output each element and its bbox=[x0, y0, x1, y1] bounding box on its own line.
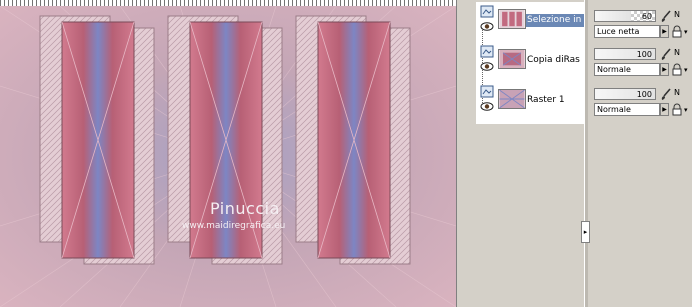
opacity-slider[interactable]: 60 bbox=[594, 10, 656, 22]
collapse-handle[interactable]: ▸ bbox=[581, 221, 590, 243]
layer-row-raster1[interactable]: Raster 1 bbox=[476, 82, 584, 120]
raster-layer-icon bbox=[480, 45, 494, 58]
watermark-title: Pinuccia bbox=[210, 199, 280, 218]
eye-icon[interactable] bbox=[480, 22, 494, 31]
lock-icon[interactable] bbox=[672, 63, 682, 76]
opacity-value: 100 bbox=[636, 90, 652, 99]
opacity-value: 100 bbox=[636, 50, 652, 59]
brush-icon[interactable] bbox=[660, 48, 672, 61]
layer-row-selezione[interactable]: Selezione in bbox=[476, 2, 584, 40]
raster-layer-icon bbox=[480, 85, 494, 98]
eye-icon[interactable] bbox=[480, 62, 494, 71]
layer-name: Selezione in bbox=[526, 14, 584, 27]
opacity-slider[interactable]: 100 bbox=[594, 48, 656, 60]
layer-name: Raster 1 bbox=[527, 95, 565, 105]
layer-props-row: 60 N Luce netta ▶ ▾ bbox=[590, 8, 692, 40]
layers-list: Selezione in Copia diRas Raster 1 bbox=[476, 2, 584, 124]
opacity-value: 60 bbox=[641, 12, 652, 21]
chevron-down-icon: ▾ bbox=[684, 106, 688, 114]
blend-arrow-button[interactable]: ▶ bbox=[660, 63, 669, 76]
lock-icon[interactable] bbox=[672, 103, 682, 116]
layer-thumbnail bbox=[498, 49, 526, 69]
lock-icon[interactable] bbox=[672, 25, 682, 38]
opacity-fill bbox=[595, 11, 631, 21]
layer-props-row: 100 N Normale ▶ ▾ bbox=[590, 46, 692, 78]
blend-arrow-button[interactable]: ▶ bbox=[660, 25, 669, 38]
blend-mode-select[interactable]: Normale bbox=[594, 63, 660, 76]
layer-props-row: 100 N Normale ▶ ▾ bbox=[590, 86, 692, 118]
artwork-image: Pinuccia www.maidiregrafica.eu bbox=[0, 6, 456, 307]
chevron-down-icon: ▾ bbox=[684, 66, 688, 74]
blend-mode-select[interactable]: Luce netta bbox=[594, 25, 660, 38]
n-label: N bbox=[674, 88, 680, 97]
n-label: N bbox=[674, 10, 680, 19]
layer-row-copia[interactable]: Copia diRas bbox=[476, 42, 584, 80]
watermark-url: www.maidiregrafica.eu bbox=[182, 221, 285, 231]
blend-mode-select[interactable]: Normale bbox=[594, 103, 660, 116]
opacity-slider[interactable]: 100 bbox=[594, 88, 656, 100]
canvas-area[interactable]: Pinuccia www.maidiregrafica.eu bbox=[0, 0, 456, 307]
chevron-down-icon: ▾ bbox=[684, 28, 688, 36]
layer-thumbnail bbox=[498, 9, 526, 29]
brush-icon[interactable] bbox=[660, 10, 672, 23]
layers-panel: Selezione in Copia diRas Raster 1 ▸ bbox=[462, 0, 590, 307]
layer-thumbnail bbox=[498, 89, 526, 109]
raster-layer-icon bbox=[480, 5, 494, 18]
panel-splitter[interactable] bbox=[584, 0, 588, 307]
eye-icon[interactable] bbox=[480, 102, 494, 111]
layer-name: Copia diRas bbox=[527, 55, 580, 65]
layer-properties-panel: 60 N Luce netta ▶ ▾ 100 N Normale ▶ ▾ 10… bbox=[590, 0, 692, 307]
n-label: N bbox=[674, 48, 680, 57]
brush-icon[interactable] bbox=[660, 88, 672, 101]
blend-arrow-button[interactable]: ▶ bbox=[660, 103, 669, 116]
